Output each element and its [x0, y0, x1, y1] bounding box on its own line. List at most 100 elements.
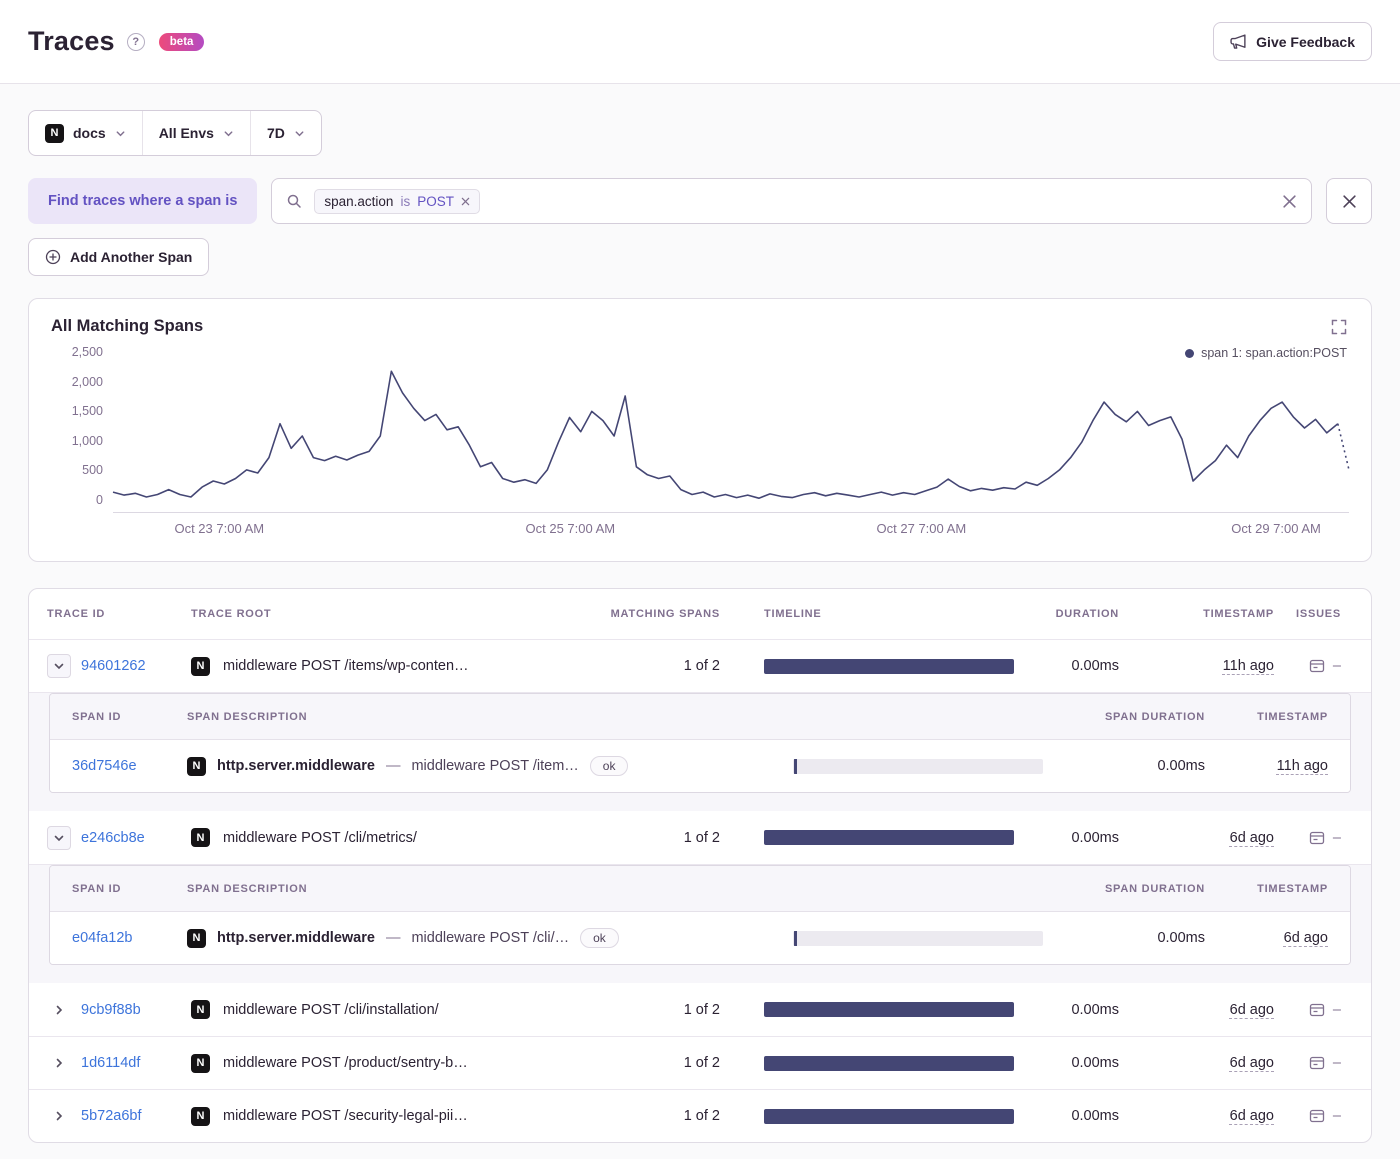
duration-value: 0.00ms	[1071, 1001, 1119, 1018]
issues-empty-dash: –	[1332, 658, 1341, 674]
duration-value: 0.00ms	[1071, 1055, 1119, 1071]
trace-id-link[interactable]: 9cb9f88b	[81, 1002, 141, 1018]
span-search-input[interactable]: span.action is POST	[271, 178, 1312, 224]
remove-span-query-button[interactable]	[1326, 178, 1372, 224]
issues-icon[interactable]	[1309, 1055, 1325, 1071]
help-icon[interactable]: ?	[126, 32, 145, 51]
chevron-down-icon	[294, 128, 305, 139]
duration-value: 0.00ms	[1071, 829, 1119, 846]
trace-row[interactable]: 5b72a6bf N middleware POST /security-leg…	[29, 1089, 1371, 1142]
trace-row[interactable]: e246cb8e N middleware POST /cli/metrics/…	[29, 811, 1371, 864]
span-description-label: middleware POST /item…	[411, 758, 579, 774]
col-span-timestamp: TIMESTAMP	[1257, 710, 1328, 723]
token-operator: is	[400, 193, 411, 209]
span-id-link[interactable]: 36d7546e	[72, 758, 137, 774]
timestamp-value[interactable]: 6d ago	[1230, 830, 1274, 846]
col-trace-id: TRACE ID	[47, 608, 106, 620]
clear-search-icon[interactable]	[1282, 194, 1297, 209]
span-timestamp-value[interactable]: 11h ago	[1277, 758, 1328, 774]
trace-row[interactable]: 9cb9f88b N middleware POST /cli/installa…	[29, 983, 1371, 1036]
x-tick: Oct 23 7:00 AM	[174, 521, 265, 536]
separator-dash: —	[385, 930, 401, 946]
search-icon	[286, 193, 302, 209]
expand-trace-button[interactable]	[47, 1104, 71, 1128]
nextjs-platform-icon: N	[191, 1000, 210, 1019]
trace-root-label: middleware POST /cli/installation/	[223, 1001, 439, 1018]
issues-icon[interactable]	[1309, 1108, 1325, 1124]
timestamp-value[interactable]: 6d ago	[1230, 1002, 1274, 1018]
collapse-trace-button[interactable]	[47, 654, 71, 678]
chart-x-axis: Oct 23 7:00 AM Oct 25 7:00 AM Oct 27 7:0…	[113, 521, 1349, 547]
timeline-bar	[764, 1108, 1014, 1124]
y-tick: 2,000	[71, 374, 103, 389]
date-range-selector[interactable]: 7D	[249, 111, 321, 155]
trace-row[interactable]: 94601262 N middleware POST /items/wp-con…	[29, 639, 1371, 692]
expanded-spans-section: SPAN ID SPAN DESCRIPTION SPAN DURATION T…	[29, 864, 1371, 983]
span-id-link[interactable]: e04fa12b	[72, 930, 132, 946]
span-timeline-track	[793, 930, 1043, 946]
span-timeline-track	[793, 758, 1043, 774]
issues-icon[interactable]	[1309, 830, 1325, 846]
nextjs-platform-icon: N	[187, 928, 206, 948]
give-feedback-button[interactable]: Give Feedback	[1213, 22, 1372, 61]
trace-row[interactable]: 1d6114df N middleware POST /product/sent…	[29, 1036, 1371, 1089]
collapse-trace-button[interactable]	[47, 825, 71, 850]
timestamp-value[interactable]: 11h ago	[1223, 658, 1274, 674]
spans-line-chart[interactable]: span 1: span.action:POST	[112, 345, 1350, 513]
span-description-label: middleware POST /cli/…	[411, 930, 570, 946]
chart-legend: span 1: span.action:POST	[1183, 345, 1349, 361]
span-op-label: http.server.middleware	[217, 930, 375, 946]
add-another-span-button[interactable]: Add Another Span	[28, 238, 210, 276]
col-timeline: TIMELINE	[764, 608, 822, 620]
issues-icon[interactable]	[1309, 658, 1325, 674]
timestamp-value[interactable]: 6d ago	[1230, 1055, 1274, 1071]
project-selector[interactable]: N docs	[29, 111, 142, 155]
expand-trace-button[interactable]	[47, 1051, 71, 1075]
expand-trace-button[interactable]	[47, 998, 71, 1022]
col-span-duration: SPAN DURATION	[1104, 710, 1205, 723]
duration-value: 0.00ms	[1071, 1108, 1119, 1124]
nextjs-platform-icon: N	[191, 1053, 210, 1073]
find-traces-label[interactable]: Find traces where a span is	[28, 178, 258, 224]
nextjs-platform-icon: N	[45, 123, 64, 143]
all-matching-spans-panel: All Matching Spans 2,500 2,000 1,500 1,0…	[28, 298, 1372, 562]
spans-chart-svg	[112, 370, 1350, 499]
spans-table-header: SPAN ID SPAN DESCRIPTION SPAN DURATION T…	[50, 694, 1350, 740]
search-filter-token[interactable]: span.action is POST	[314, 188, 480, 214]
col-span-id: SPAN ID	[72, 882, 122, 895]
chart-y-axis: 2,500 2,000 1,500 1,000 500 0	[51, 345, 113, 507]
matching-spans-count: 1 of 2	[683, 1055, 720, 1071]
y-tick: 1,000	[71, 433, 103, 448]
fullscreen-icon[interactable]	[1329, 317, 1349, 337]
span-row[interactable]: 36d7546e N http.server.middleware — midd…	[50, 740, 1350, 792]
traces-table: TRACE ID TRACE ROOT MATCHING SPANS TIMEL…	[28, 588, 1372, 1143]
col-span-id: SPAN ID	[72, 710, 122, 723]
col-span-description: SPAN DESCRIPTION	[187, 882, 308, 895]
col-trace-root: TRACE ROOT	[191, 608, 272, 620]
remove-token-icon[interactable]	[461, 197, 470, 206]
spans-table-header: SPAN ID SPAN DESCRIPTION SPAN DURATION T…	[50, 866, 1350, 912]
y-tick: 1,500	[71, 404, 103, 419]
col-span-description: SPAN DESCRIPTION	[187, 710, 308, 723]
nextjs-platform-icon: N	[191, 828, 210, 847]
project-selector-label: docs	[73, 125, 106, 141]
nextjs-platform-icon: N	[191, 1106, 210, 1126]
y-tick: 0	[96, 492, 103, 507]
trace-id-link[interactable]: 5b72a6bf	[81, 1108, 141, 1124]
timeline-bar	[764, 830, 1014, 845]
col-span-timestamp: TIMESTAMP	[1257, 882, 1328, 895]
span-timeline-bar	[794, 930, 797, 946]
expanded-spans-section: SPAN ID SPAN DESCRIPTION SPAN DURATION T…	[29, 692, 1371, 811]
page-filter-bar: N docs All Envs 7D	[28, 110, 1372, 156]
span-status-badge: ok	[580, 928, 619, 948]
matching-spans-count: 1 of 2	[683, 829, 720, 846]
issues-icon[interactable]	[1309, 1002, 1325, 1018]
environment-selector[interactable]: All Envs	[141, 111, 250, 155]
timestamp-value[interactable]: 6d ago	[1230, 1108, 1274, 1124]
trace-id-link[interactable]: 1d6114df	[81, 1055, 140, 1071]
trace-id-link[interactable]: e246cb8e	[81, 830, 145, 846]
span-row[interactable]: e04fa12b N http.server.middleware — midd…	[50, 912, 1350, 964]
trace-id-link[interactable]: 94601262	[81, 658, 146, 674]
span-timestamp-value[interactable]: 6d ago	[1284, 930, 1328, 946]
environment-selector-label: All Envs	[158, 125, 214, 141]
